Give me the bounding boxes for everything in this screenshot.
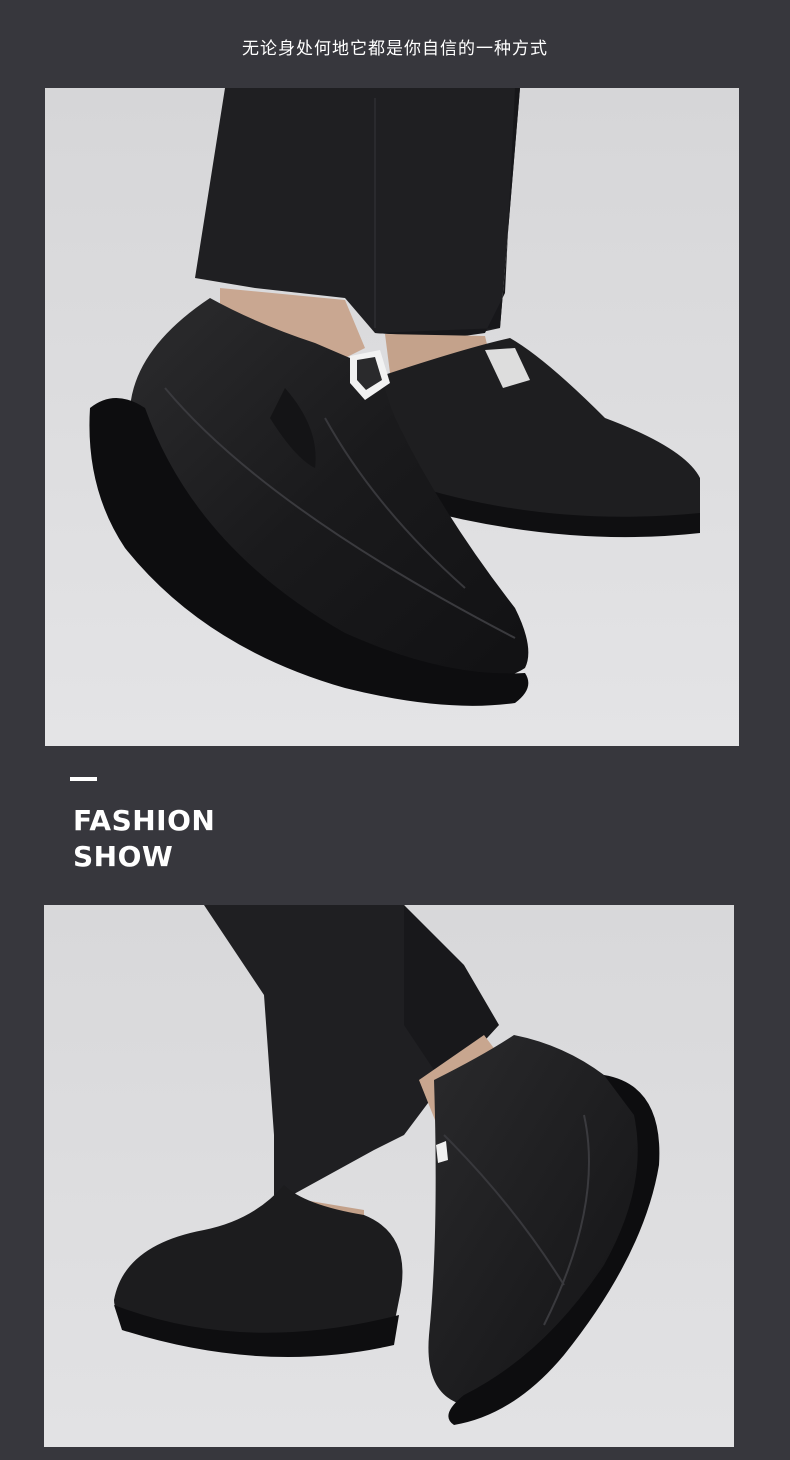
shoe-pair-illustration	[45, 88, 739, 746]
product-photo-walking-view	[44, 905, 734, 1447]
shoe-pair-walking-illustration	[44, 905, 734, 1447]
section-title-line-2: SHOW	[73, 840, 174, 873]
product-photo-side-view	[45, 88, 739, 746]
section-accent-dash	[70, 777, 97, 781]
page-tagline: 无论身处何地它都是你自信的一种方式	[242, 39, 548, 59]
section-title-line-1: FASHION	[73, 804, 216, 837]
